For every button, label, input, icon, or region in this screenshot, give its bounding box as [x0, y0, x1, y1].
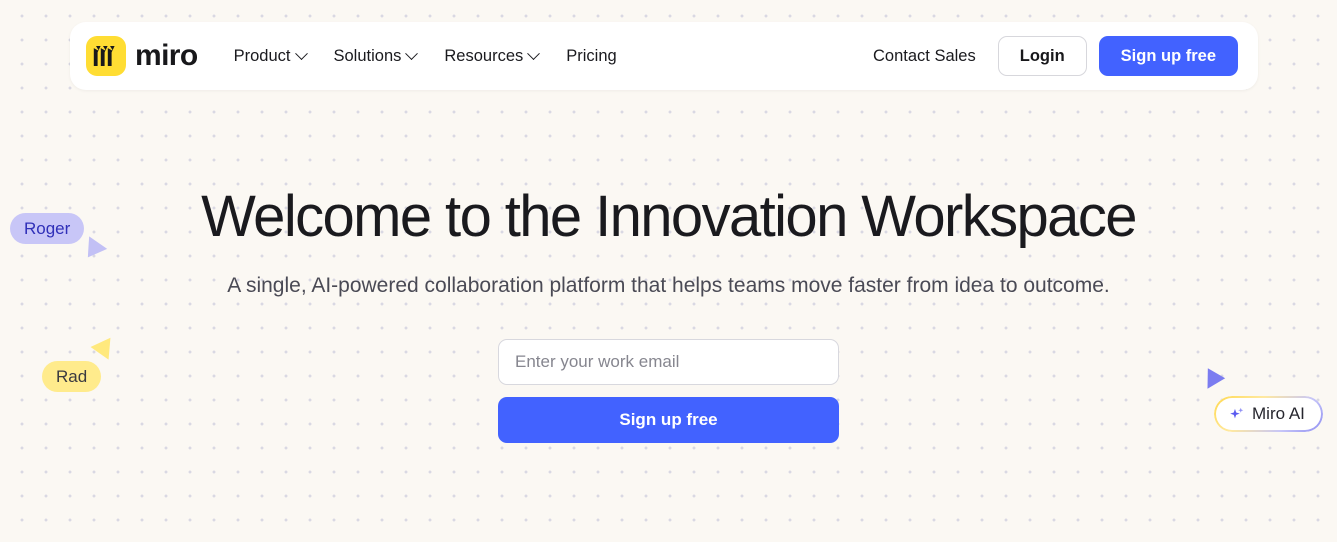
nav-item-label: Resources	[444, 46, 524, 65]
miro-ai-badge[interactable]: Miro AI	[1216, 398, 1321, 430]
collaborator-cursor-rad: Rad	[42, 331, 120, 393]
main-navbar: miro Product Solutions Resources Pricing…	[70, 22, 1258, 90]
page-title: Welcome to the Innovation Workspace	[201, 184, 1137, 249]
contact-sales-link[interactable]: Contact Sales	[863, 39, 986, 74]
hero-subtitle: A single, AI-powered collaboration platf…	[227, 273, 1110, 297]
brand-name: miro	[135, 39, 198, 72]
sparkle-icon	[1230, 407, 1244, 418]
miro-ai-cursor: Miro AI	[1198, 368, 1321, 430]
nav-item-pricing[interactable]: Pricing	[552, 39, 630, 74]
collaborator-cursor-roger: Roger	[10, 213, 108, 264]
nav-item-label: Product	[233, 46, 291, 65]
chevron-down-icon	[405, 46, 419, 60]
nav-item-product[interactable]: Product	[220, 39, 320, 74]
signup-form: Sign up free	[498, 339, 839, 444]
nav-item-solutions[interactable]: Solutions	[320, 39, 431, 74]
nav-actions: Contact Sales Login Sign up free	[863, 35, 1238, 77]
collaborator-label: Roger	[10, 213, 85, 245]
signup-free-button-hero[interactable]: Sign up free	[498, 397, 839, 444]
work-email-input[interactable]	[498, 339, 839, 386]
collaborator-label: Rad	[42, 361, 102, 393]
signup-free-button-nav[interactable]: Sign up free	[1098, 35, 1238, 77]
miro-ai-label: Miro AI	[1252, 404, 1305, 423]
nav-item-label: Pricing	[566, 46, 617, 65]
brand-logo-link[interactable]: miro	[86, 36, 198, 76]
chevron-down-icon	[294, 46, 308, 60]
nav-item-label: Solutions	[333, 46, 402, 65]
nav-item-resources[interactable]: Resources	[430, 39, 552, 74]
hero-section: Welcome to the Innovation Workspace A si…	[0, 184, 1337, 444]
login-button[interactable]: Login	[997, 35, 1087, 77]
nav-links: Product Solutions Resources Pricing	[220, 39, 631, 74]
miro-logo-icon	[86, 36, 126, 76]
chevron-down-icon	[527, 46, 541, 60]
